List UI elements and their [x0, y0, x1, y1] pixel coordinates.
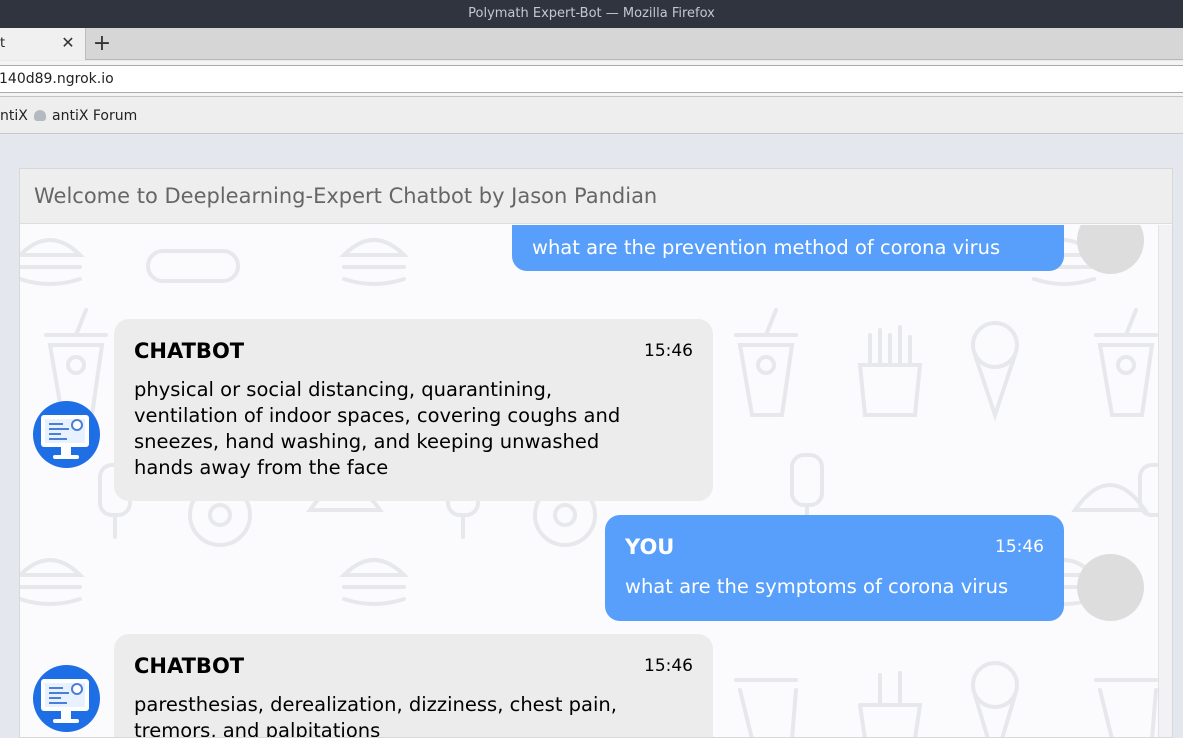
user-message: YOU 15:46 what are the symptoms of coron…: [605, 515, 1064, 621]
user-message: what are the prevention method of corona…: [512, 225, 1064, 271]
chat-messages-area[interactable]: what are the prevention method of corona…: [20, 225, 1158, 738]
message-text: what are the prevention method of corona…: [532, 236, 1001, 259]
message-line: sneezes, hand washing, and keeping unwas…: [134, 430, 600, 453]
message-text: paresthesias, derealization, dizziness, …: [134, 692, 617, 738]
active-tab[interactable]: t ✕: [0, 28, 86, 60]
message-text: physical or social distancing, quarantin…: [134, 377, 620, 481]
bot-avatar: [33, 401, 100, 468]
bookmarks-toolbar: ntiX antiX Forum: [0, 97, 1183, 134]
message-text: what are the symptoms of corona virus: [625, 575, 1009, 598]
bot-message: CHATBOT 15:46 physical or social distanc…: [114, 319, 713, 501]
sender-name: CHATBOT: [134, 339, 245, 363]
chat-header: Welcome to Deeplearning-Expert Chatbot b…: [20, 169, 1172, 224]
window-title: Polymath Expert-Bot — Mozilla Firefox: [0, 0, 1183, 28]
message-line: ventilation of indoor spaces, covering c…: [134, 404, 621, 427]
message-line: hands away from the face: [134, 456, 389, 479]
bot-message: CHATBOT 15:46 paresthesias, derealizatio…: [114, 634, 713, 738]
message-time: 15:46: [644, 341, 693, 361]
tab-bar: t ✕ +: [0, 28, 1183, 60]
bookmark-antix-forum[interactable]: antiX Forum: [52, 108, 137, 124]
chat-scrollbar[interactable]: [1158, 225, 1172, 737]
message-line: paresthesias, derealization, dizziness, …: [134, 693, 617, 716]
chat-window: Welcome to Deeplearning-Expert Chatbot b…: [19, 168, 1173, 738]
url-text[interactable]: 140d89.ngrok.io: [0, 71, 114, 87]
bookmark-antix[interactable]: ntiX: [0, 108, 28, 124]
robot-monitor-icon: [33, 401, 100, 468]
navigation-toolbar: 140d89.ngrok.io: [0, 61, 1183, 97]
robot-monitor-icon: [33, 665, 100, 732]
message-line: tremors, and palpitations: [134, 719, 381, 738]
tab-title: t: [0, 36, 6, 51]
url-bar[interactable]: 140d89.ngrok.io: [0, 65, 1183, 93]
close-tab-icon[interactable]: ✕: [60, 33, 76, 53]
user-avatar: [1077, 554, 1144, 621]
sender-name: CHATBOT: [134, 654, 245, 678]
message-time: 15:46: [995, 537, 1044, 557]
sender-name: YOU: [625, 535, 675, 559]
antix-favicon-icon: [34, 110, 46, 121]
new-tab-button[interactable]: +: [91, 31, 113, 57]
bot-avatar: [33, 665, 100, 732]
message-time: 15:46: [644, 656, 693, 676]
chat-header-title: Welcome to Deeplearning-Expert Chatbot b…: [34, 184, 658, 208]
page-viewport: Welcome to Deeplearning-Expert Chatbot b…: [0, 135, 1183, 738]
message-line: physical or social distancing, quarantin…: [134, 378, 553, 401]
